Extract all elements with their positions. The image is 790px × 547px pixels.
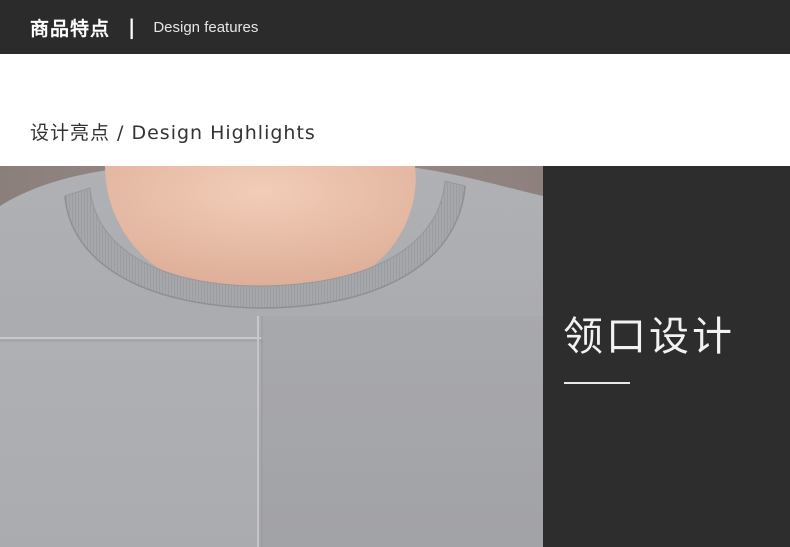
feature-title: 领口设计 <box>563 314 735 360</box>
header-title-cn: 商品特点 <box>30 17 111 40</box>
feature-panel: 领口设计 <box>543 166 790 547</box>
sweater-collar-image <box>0 166 543 547</box>
header-separator: | <box>128 15 136 39</box>
product-photo <box>0 166 543 547</box>
header-bar: 商品特点 | Design features <box>0 0 790 54</box>
section-subtitle: 设计亮点 / Design Highlights <box>30 122 316 144</box>
feature-divider <box>564 382 630 384</box>
header-title-en: Design features <box>153 18 259 36</box>
